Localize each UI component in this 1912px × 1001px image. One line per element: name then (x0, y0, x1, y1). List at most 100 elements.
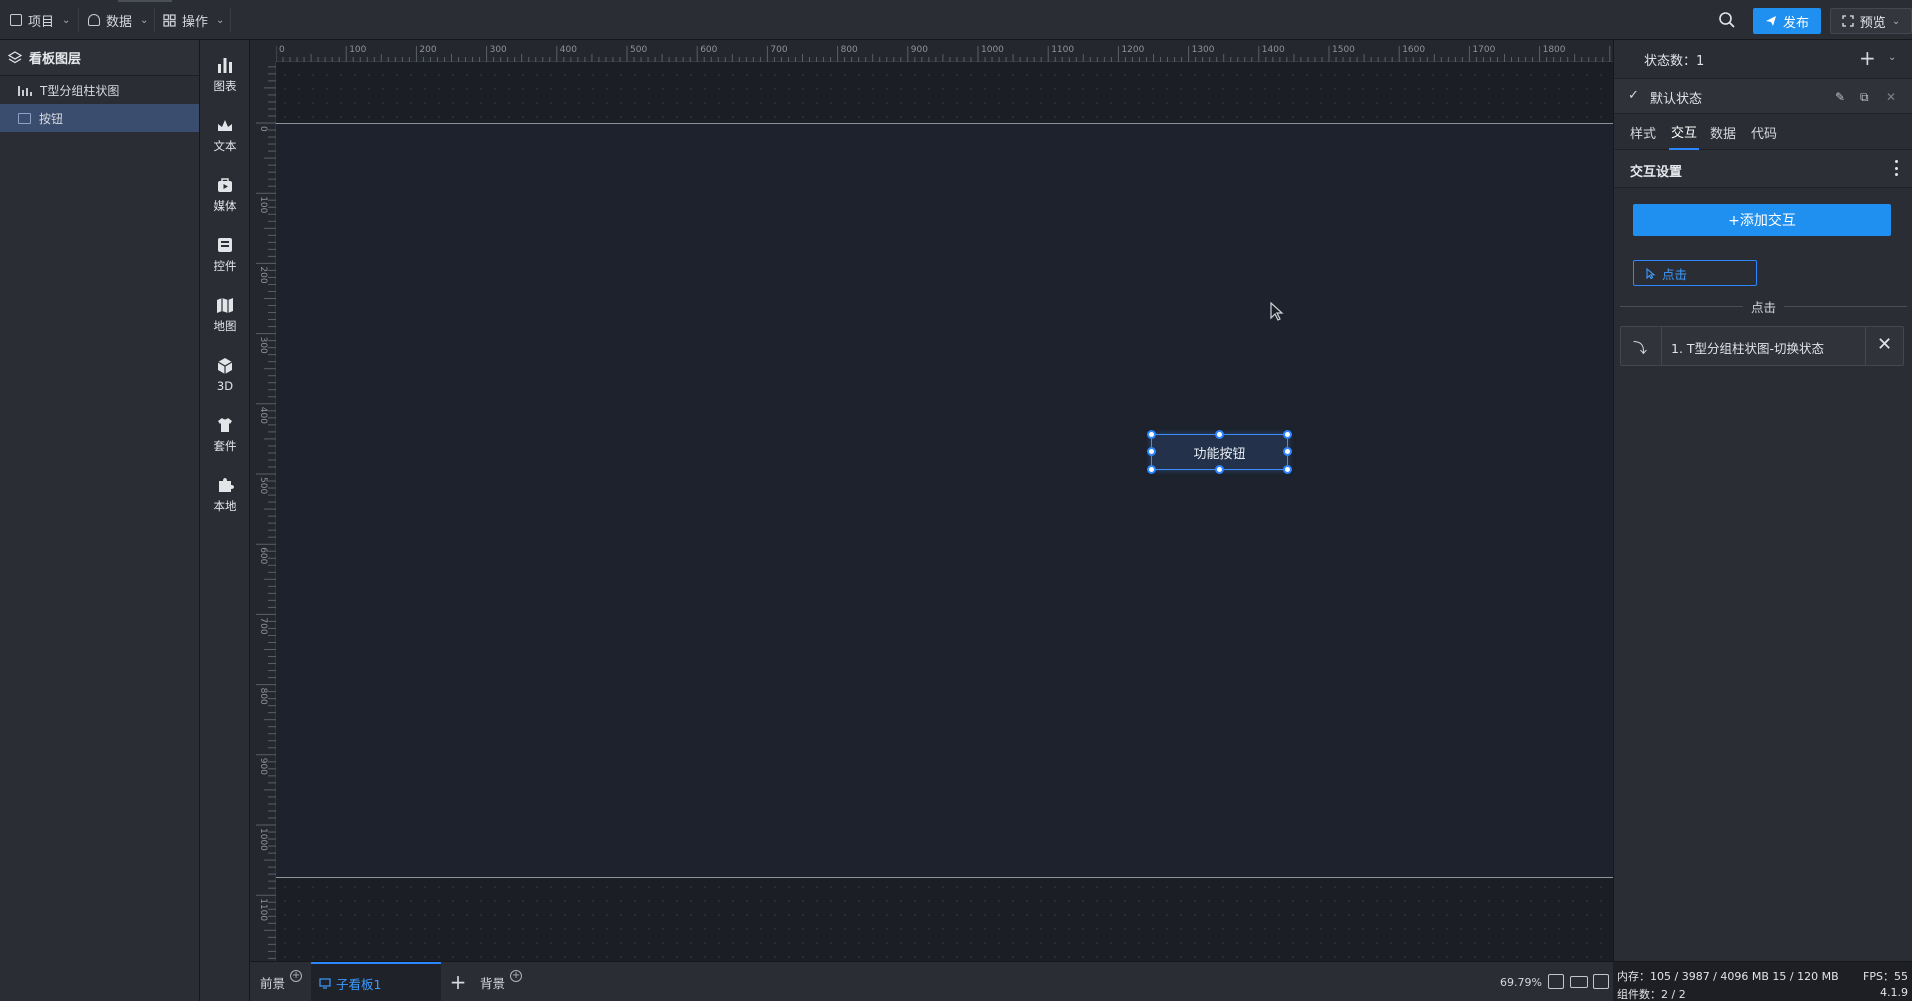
horizontal-ruler-ticks: 0 100 200 300 400 500 600 700 800 900 1000 1100 1200… (276, 45, 1613, 62)
version: 4.1.9 (1880, 986, 1908, 999)
publish-label: 发布 (1782, 15, 1809, 31)
send-icon (1765, 16, 1776, 26)
add-interaction-button[interactable]: +添加交互 (1633, 204, 1891, 236)
tool-control[interactable]: 控件 (200, 228, 250, 280)
chevron-down-icon: ⌄ (216, 14, 225, 26)
database-icon (88, 14, 100, 26)
tool-local[interactable]: 本地 (200, 468, 250, 520)
resize-handle-se[interactable] (1283, 465, 1292, 474)
vertical-ruler-ticks: 0 100 200 300 400 500 600 700 800 900 1000 1100 (256, 66, 276, 959)
click-trigger-chip[interactable]: 点击 (1633, 260, 1757, 286)
check-icon: ✓ (1628, 88, 1639, 103)
horizontal-ruler[interactable]: 0 100 200 300 400 500 600 700 800 900 1000 1100 1200… (276, 40, 1613, 62)
tab-subboard[interactable]: 子看板1 (311, 962, 441, 1001)
text-icon (218, 119, 232, 131)
ruler-label: 800 (258, 688, 268, 705)
layers-icon (8, 51, 22, 64)
ruler-label: 1600 (1402, 45, 1425, 55)
keyboard-icon[interactable] (1570, 976, 1588, 988)
menu-data[interactable]: 数据 ⌄ (88, 0, 148, 40)
state-name: 默认状态 (1650, 92, 1703, 107)
section-title: 交互设置 (1630, 165, 1683, 180)
ruler-label: 1800 (1543, 45, 1566, 55)
ruler-label: 0 (258, 126, 268, 132)
menu-separator (154, 8, 155, 32)
tool-chart[interactable]: 图表 (200, 48, 250, 100)
terminal-icon[interactable] (1593, 974, 1609, 989)
ruler-label: 1100 (1051, 45, 1074, 55)
status-bar: 内存：105 / 3987 / 4096 MB 15 / 120 MB FPS：… (1613, 961, 1912, 1001)
ruler-label: 1400 (1262, 45, 1285, 55)
resize-handle-n[interactable] (1215, 430, 1224, 439)
artboard[interactable]: 功能按钮 (276, 123, 1613, 878)
ruler-label: 300 (490, 45, 507, 55)
edit-icon[interactable]: ✎ (1835, 90, 1845, 104)
layer-item-button[interactable]: 按钮 (0, 104, 199, 132)
tool-label: 图表 (213, 78, 237, 93)
top-bar: 项目 ⌄ 数据 ⌄ 操作 ⌄ 发布 预览 ⌄ (0, 0, 1912, 40)
tab-interaction[interactable]: 交互 (1669, 114, 1700, 150)
ruler-corner (250, 40, 276, 62)
shirt-icon (218, 417, 232, 432)
media-icon (218, 177, 232, 192)
zoom-level[interactable]: 69.79% (1500, 962, 1542, 1001)
search-icon[interactable] (1718, 11, 1736, 29)
ruler-label: 0 (279, 45, 285, 55)
more-options-icon[interactable] (1895, 160, 1899, 176)
resize-handle-s[interactable] (1215, 465, 1224, 474)
tab-foreground[interactable]: 前景 + (260, 962, 308, 1001)
remove-action-icon[interactable]: ✕ (1877, 334, 1892, 355)
resize-handle-e[interactable] (1283, 447, 1292, 456)
fullscreen-icon (1842, 15, 1854, 27)
state-default[interactable]: ✓ 默认状态 ✎ ⧉ ✕ (1614, 78, 1912, 114)
tab-data[interactable]: 数据 (1710, 114, 1736, 150)
bottom-bar: 前景 + 子看板1 + 背景 + 69.79% (250, 961, 1613, 1001)
interaction-settings-header: 交互设置 (1614, 150, 1912, 188)
publish-button[interactable]: 发布 (1753, 8, 1821, 34)
resize-handle-ne[interactable] (1283, 430, 1292, 439)
ruler-label: 800 (841, 45, 858, 55)
vertical-ruler[interactable]: 0 100 200 300 400 500 600 700 800 900 1000 1100 (250, 40, 276, 961)
tab-data-label: 数据 (1710, 126, 1737, 142)
puzzle-icon (219, 477, 234, 492)
ruler-label: 1700 (1472, 45, 1495, 55)
add-foreground-icon[interactable]: + (290, 970, 303, 982)
ruler-label: 1500 (1332, 45, 1355, 55)
tab-style[interactable]: 样式 (1630, 114, 1656, 150)
cube-icon (217, 357, 233, 374)
menu-separator (78, 8, 79, 32)
menu-project[interactable]: 项目 ⌄ (10, 0, 70, 40)
tool-map[interactable]: 地图 (200, 288, 250, 340)
add-subboard-button[interactable]: + (448, 962, 468, 1001)
ruler-label: 100 (349, 45, 366, 55)
add-state-button[interactable]: + (1859, 48, 1876, 68)
chevron-down-icon[interactable]: ⌄ (1888, 52, 1896, 63)
pointer-click-icon (1646, 267, 1656, 279)
menu-operation[interactable]: 操作 ⌄ (163, 0, 224, 40)
chevron-down-icon[interactable]: ⌄ (1892, 16, 1900, 27)
memory-usage: 内存：105 / 3987 / 4096 MB 15 / 120 MB (1617, 970, 1839, 983)
tool-3d[interactable]: 3D (200, 348, 250, 400)
tool-text[interactable]: 文本 (200, 108, 250, 160)
tab-background[interactable]: 背景 + (480, 962, 530, 1001)
tool-media[interactable]: 媒体 (200, 168, 250, 220)
tab-code[interactable]: 代码 (1751, 114, 1777, 150)
interaction-action-item[interactable]: ⤵ 1. T型分组柱状图-切换状态 ✕ (1620, 326, 1904, 366)
chart-icon (218, 57, 232, 73)
close-icon[interactable]: ✕ (1886, 90, 1896, 104)
mouse-cursor-icon (1270, 302, 1284, 321)
preview-button[interactable]: 预览 ⌄ (1830, 8, 1912, 34)
monitor-icon (319, 977, 331, 989)
add-background-icon[interactable]: + (510, 970, 523, 982)
tool-label: 控件 (213, 258, 237, 273)
copy-icon[interactable]: ⧉ (1860, 90, 1869, 105)
resize-handle-nw[interactable] (1147, 430, 1156, 439)
layer-item-tbar-chart[interactable]: T型分组柱状图 (0, 76, 199, 104)
fit-screen-icon[interactable] (1548, 974, 1564, 989)
tool-label: 套件 (213, 438, 237, 453)
design-canvas[interactable]: 功能按钮 0 100 200 300 400 500 600 700 800 900 1000 110… (250, 40, 1613, 961)
ruler-label: 1000 (258, 828, 268, 851)
resize-handle-w[interactable] (1147, 447, 1156, 456)
tool-kit[interactable]: 套件 (200, 408, 250, 460)
resize-handle-sw[interactable] (1147, 465, 1156, 474)
